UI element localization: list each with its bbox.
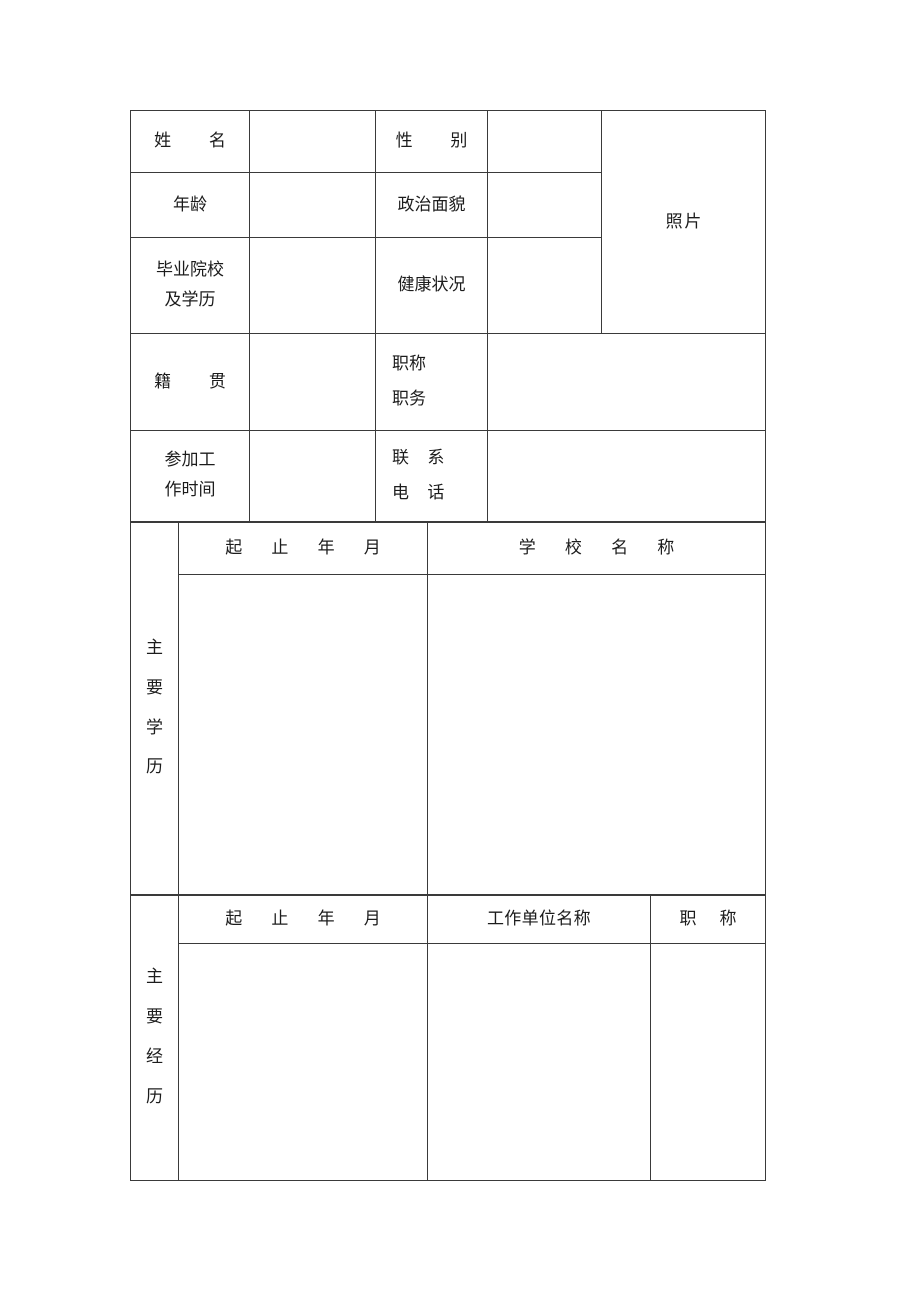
- label-name-text: 姓 名: [154, 131, 242, 152]
- experience-label-char: 经: [146, 1047, 163, 1067]
- education-section-label-text: 主 要 学 历: [131, 629, 178, 789]
- table-row: 籍 贯 职称 职务: [130, 333, 766, 431]
- experience-header-period-text: 起 止 年 月: [225, 909, 393, 930]
- experience-cell-employer[interactable]: [427, 943, 651, 1181]
- education-header-period: 起 止 年 月: [178, 522, 428, 575]
- experience-header-title-text: 职 称: [679, 909, 746, 930]
- label-work-start-time: 参加工 作时间: [130, 430, 250, 522]
- label-school-and-degree-line1: 毕业院校: [156, 259, 224, 280]
- experience-cell-period[interactable]: [178, 943, 428, 1181]
- experience-header-employer: 工作单位名称: [427, 895, 651, 944]
- education-cell-period[interactable]: [178, 574, 428, 895]
- photo-label: 照片: [665, 211, 704, 232]
- experience-section-label-text: 主 要 经 历: [131, 958, 178, 1118]
- label-political-status-text: 政治面貌: [397, 194, 466, 215]
- label-contact-phone-line2: 电 话: [392, 483, 451, 503]
- table-row: 姓 名 性 别 照片: [130, 110, 766, 334]
- education-label-char: 学: [146, 717, 163, 738]
- experience-header-period: 起 止 年 月: [178, 895, 428, 944]
- photo-placeholder-cell[interactable]: 照片: [601, 110, 766, 334]
- field-job-title-and-post-value[interactable]: [487, 333, 766, 431]
- label-work-start-time-line2: 作时间: [164, 480, 216, 500]
- experience-header-employer-text: 工作单位名称: [486, 909, 592, 930]
- table-row: [131, 943, 766, 1181]
- label-name: 姓 名: [130, 110, 250, 173]
- education-table: 主 要 学 历 起 止 年 月 学 校 名 称: [130, 522, 766, 895]
- label-political-status: 政治面貌: [375, 172, 488, 238]
- experience-header-title: 职 称: [650, 895, 766, 944]
- label-health-status-text: 健康状况: [397, 275, 466, 296]
- label-native-place-text: 籍 贯: [154, 371, 242, 392]
- field-contact-phone-value[interactable]: [487, 430, 766, 522]
- label-job-title-and-post: 职称 职务: [375, 333, 488, 431]
- education-header-school: 学 校 名 称: [427, 522, 766, 575]
- education-section-label: 主 要 学 历: [130, 522, 179, 895]
- personal-info-table: 姓 名 性 别 照片 年龄 政治面貌 毕业院校 及学历 健康状况 籍 贯 职称 …: [130, 110, 766, 522]
- field-name-value[interactable]: [249, 110, 376, 173]
- table-row: 主 要 学 历 起 止 年 月 学 校 名 称: [130, 522, 766, 895]
- field-native-place-value[interactable]: [249, 333, 376, 431]
- experience-label-char: 历: [146, 1086, 163, 1107]
- table-row: 主 要 经 历 起 止 年 月 工作单位名称 职 称: [130, 895, 766, 1181]
- label-contact-phone: 联 系 电 话: [375, 430, 488, 522]
- label-age-text: 年龄: [173, 194, 207, 215]
- experience-label-char: 主: [146, 967, 163, 988]
- education-header-period-text: 起 止 年 月: [225, 538, 393, 559]
- field-gender-value[interactable]: [487, 110, 602, 173]
- experience-table: 主 要 经 历 起 止 年 月 工作单位名称 职 称: [130, 895, 766, 1181]
- experience-label-char: 要: [146, 1007, 163, 1028]
- label-school-and-degree: 毕业院校 及学历: [130, 237, 250, 334]
- education-header-school-text: 学 校 名 称: [518, 538, 687, 559]
- field-work-start-time-value[interactable]: [249, 430, 376, 522]
- education-label-char: 历: [146, 757, 163, 778]
- education-cell-school[interactable]: [427, 574, 766, 895]
- label-age: 年龄: [130, 172, 250, 238]
- label-school-and-degree-line2: 及学历: [164, 289, 216, 310]
- field-school-and-degree-value[interactable]: [249, 237, 376, 334]
- label-native-place: 籍 贯: [130, 333, 250, 431]
- experience-cell-title[interactable]: [650, 943, 766, 1181]
- resume-form: 姓 名 性 别 照片 年龄 政治面貌 毕业院校 及学历 健康状况 籍 贯 职称 …: [130, 110, 766, 1181]
- education-label-char: 要: [146, 677, 163, 698]
- table-row: [131, 574, 766, 895]
- label-gender: 性 别: [375, 110, 488, 173]
- label-work-start-time-line1: 参加工: [164, 450, 216, 471]
- label-health-status: 健康状况: [375, 237, 488, 334]
- experience-section-label: 主 要 经 历: [130, 895, 179, 1181]
- table-row: 参加工 作时间 联 系 电 话: [130, 430, 766, 522]
- education-label-char: 主: [146, 637, 163, 658]
- label-job-title-line1: 职称: [392, 354, 426, 375]
- label-gender-text: 性 别: [395, 131, 484, 152]
- field-political-status-value[interactable]: [487, 172, 602, 238]
- label-job-title-line2: 职务: [392, 389, 426, 409]
- field-age-value[interactable]: [249, 172, 376, 238]
- field-health-status-value[interactable]: [487, 237, 602, 334]
- label-contact-phone-line1: 联 系: [392, 448, 451, 469]
